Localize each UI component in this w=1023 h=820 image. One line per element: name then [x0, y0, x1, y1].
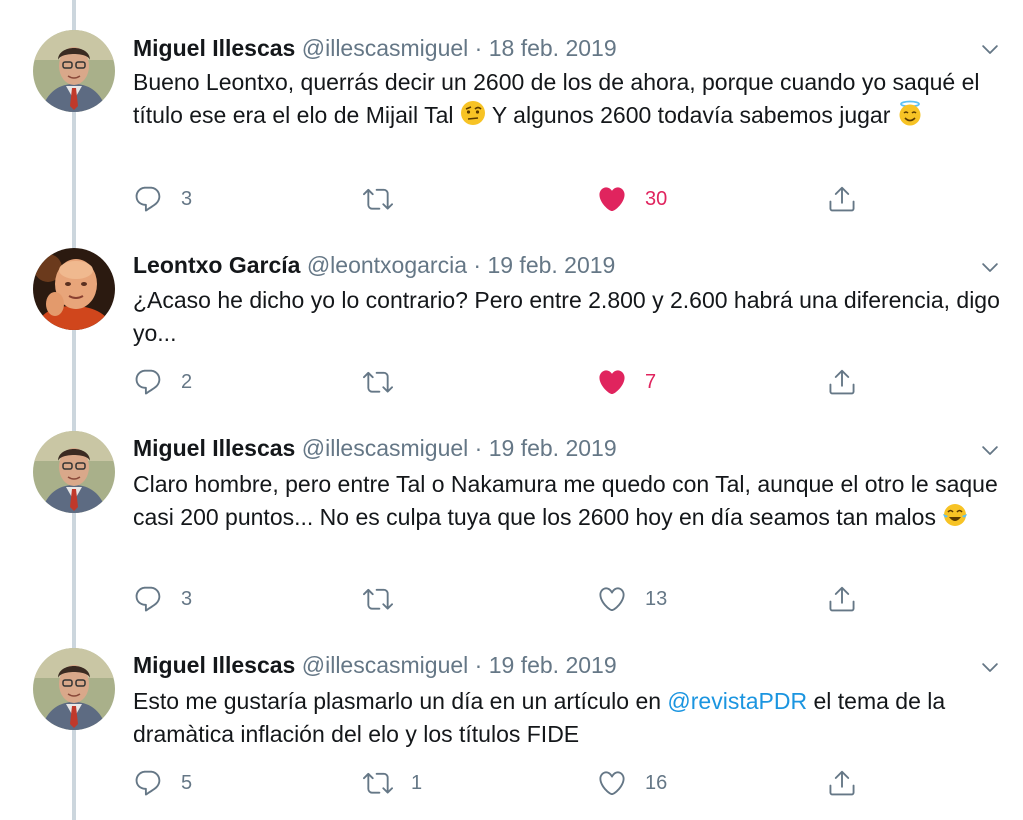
share-button[interactable] — [827, 766, 857, 800]
reply-button[interactable]: 2 — [133, 365, 192, 399]
author-handle[interactable]: @illescasmiguel — [302, 652, 469, 678]
reply-icon — [133, 367, 163, 397]
tweet-header: Leontxo García @leontxogarcia · 19 feb. … — [133, 250, 615, 280]
tweet-text: ¿Acaso he dicho yo lo contrario? Pero en… — [133, 287, 1000, 346]
tweet-header: Miguel Illescas @illescasmiguel · 19 feb… — [133, 650, 617, 680]
header-separator: · — [474, 35, 483, 61]
tweet-text-part: Y algunos 2600 todavía sabemos jugar — [485, 102, 891, 128]
retweet-icon — [363, 584, 393, 614]
chevron-down-icon[interactable] — [977, 656, 1003, 678]
chevron-down-icon[interactable] — [977, 38, 1003, 60]
avatar[interactable] — [33, 248, 115, 330]
like-count: 7 — [645, 370, 657, 393]
reply-button[interactable]: 3 — [133, 182, 192, 216]
chevron-down-icon[interactable] — [977, 256, 1003, 278]
tweet-actions: 5 1 16 — [133, 766, 893, 800]
heart-icon — [597, 768, 627, 798]
reply-icon — [133, 768, 163, 798]
tweet-date[interactable]: 19 feb. 2019 — [489, 435, 617, 461]
avatar[interactable] — [33, 648, 115, 730]
tweet-date[interactable]: 19 feb. 2019 — [489, 652, 617, 678]
tweet-actions: 3 13 — [133, 582, 893, 616]
share-icon — [827, 768, 857, 798]
tweet-actions: 3 30 — [133, 182, 893, 216]
author-handle[interactable]: @leontxogarcia — [307, 252, 467, 278]
retweet-button[interactable] — [363, 582, 411, 616]
tweet-date[interactable]: 19 feb. 2019 — [487, 252, 615, 278]
share-button[interactable] — [827, 365, 857, 399]
reply-icon — [133, 184, 163, 214]
author-handle[interactable]: @illescasmiguel — [302, 435, 469, 461]
tweet-text: Bueno Leontxo, querrás decir un 2600 de … — [133, 66, 1003, 132]
share-icon — [827, 367, 857, 397]
share-button[interactable] — [827, 182, 857, 216]
heart-filled-icon — [597, 367, 627, 397]
mention-link[interactable]: @revistaPDR — [667, 688, 807, 714]
reply-count: 5 — [181, 771, 193, 794]
reply-icon — [133, 584, 163, 614]
reply-count: 3 — [181, 587, 193, 610]
tweet-text-part: Claro hombre, pero entre Tal o Nakamura … — [133, 471, 998, 530]
smiling-face-with-halo-emoji — [899, 100, 921, 126]
like-button[interactable]: 30 — [597, 182, 667, 216]
header-separator: · — [473, 252, 482, 278]
header-separator: · — [474, 435, 483, 461]
author-name[interactable]: Miguel Illescas — [133, 35, 295, 61]
tweet-actions: 2 7 — [133, 365, 893, 399]
share-icon — [827, 584, 857, 614]
header-separator: · — [474, 652, 483, 678]
chevron-down-icon[interactable] — [977, 439, 1003, 461]
like-count: 30 — [645, 187, 668, 210]
retweet-button[interactable] — [363, 365, 411, 399]
tweet-text-part: Esto me gustaría plasmarlo un día en un … — [133, 688, 668, 714]
heart-filled-icon — [597, 184, 627, 214]
retweet-icon — [363, 367, 393, 397]
like-count: 16 — [645, 771, 668, 794]
retweet-count: 1 — [411, 771, 423, 794]
tweet-header: Miguel Illescas @illescasmiguel · 18 feb… — [133, 33, 617, 63]
share-button[interactable] — [827, 582, 857, 616]
author-handle[interactable]: @illescasmiguel — [302, 35, 469, 61]
author-name[interactable]: Miguel Illescas — [133, 652, 295, 678]
retweet-icon — [363, 184, 393, 214]
avatar[interactable] — [33, 30, 115, 112]
tweet-date[interactable]: 18 feb. 2019 — [489, 35, 617, 61]
share-icon — [827, 184, 857, 214]
reply-count: 3 — [181, 187, 193, 210]
like-button[interactable]: 13 — [597, 582, 667, 616]
like-button[interactable]: 7 — [597, 365, 656, 399]
face-with-tears-of-joy-emoji — [943, 504, 968, 526]
like-count: 13 — [645, 587, 668, 610]
reply-count: 2 — [181, 370, 193, 393]
face-with-raised-eyebrow-emoji — [460, 101, 485, 125]
retweet-button[interactable] — [363, 182, 411, 216]
retweet-button[interactable]: 1 — [363, 766, 422, 800]
tweet-text: Claro hombre, pero entre Tal o Nakamura … — [133, 468, 1003, 534]
retweet-icon — [363, 768, 393, 798]
avatar[interactable] — [33, 431, 115, 513]
like-button[interactable]: 16 — [597, 766, 667, 800]
tweet-text: Esto me gustaría plasmarlo un día en un … — [133, 685, 1003, 751]
author-name[interactable]: Leontxo García — [133, 252, 300, 278]
reply-button[interactable]: 5 — [133, 766, 192, 800]
author-name[interactable]: Miguel Illescas — [133, 435, 295, 461]
tweet-header: Miguel Illescas @illescasmiguel · 19 feb… — [133, 433, 617, 463]
reply-button[interactable]: 3 — [133, 582, 192, 616]
heart-icon — [597, 584, 627, 614]
